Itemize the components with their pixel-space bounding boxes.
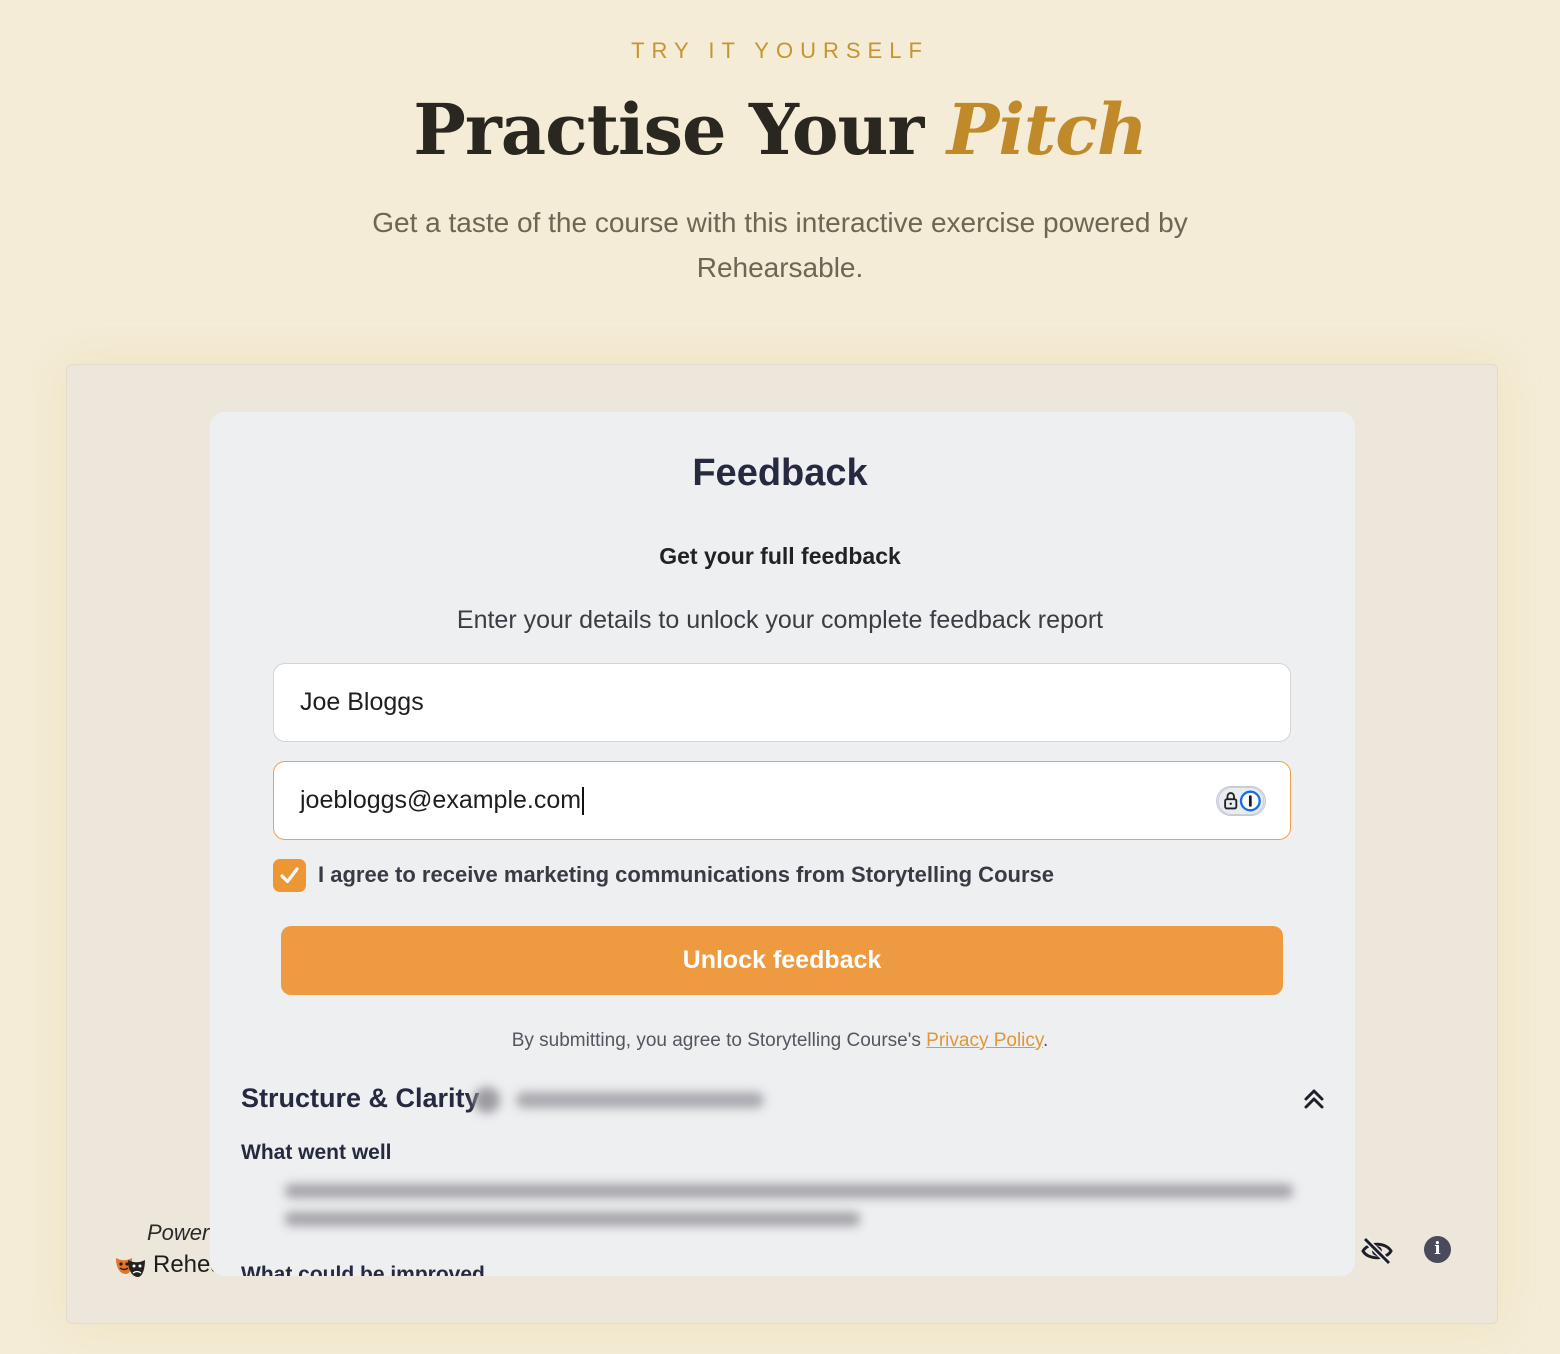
eye-off-icon[interactable] — [1360, 1234, 1394, 1268]
blurred-feedback-text — [285, 1180, 1295, 1232]
unlock-feedback-button[interactable]: Unlock feedback — [281, 926, 1283, 995]
blurred-score-text — [516, 1092, 764, 1108]
eyebrow-label: TRY IT YOURSELF — [631, 38, 929, 63]
chevrons-up-icon[interactable] — [1300, 1086, 1328, 1112]
feedback-subtitle: Get your full feedback — [659, 543, 901, 569]
blurred-line — [285, 1212, 860, 1226]
blurred-score — [472, 1084, 767, 1114]
name-field-value: Joe Bloggs — [300, 688, 424, 716]
powered-by-badge[interactable]: Powere Rehea — [114, 1220, 224, 1280]
privacy-policy-link[interactable]: Privacy Policy — [926, 1030, 1043, 1051]
password-manager-icon[interactable] — [1216, 786, 1266, 816]
section-title: Structure & Clarity — [241, 1083, 480, 1113]
page-title: Practise Your Pitch — [0, 88, 1560, 171]
info-icon[interactable]: i — [1424, 1236, 1451, 1263]
improve-heading-text: What could be improved — [241, 1263, 485, 1276]
page-title-main: Practise Your — [413, 88, 947, 171]
blurred-line — [285, 1184, 1293, 1198]
email-field[interactable]: joebloggs@example.com — [273, 761, 1291, 840]
page-title-accent: Pitch — [946, 88, 1148, 171]
marketing-consent-checkbox[interactable] — [273, 859, 306, 892]
email-field-value: joebloggs@example.com — [300, 786, 582, 814]
marketing-consent-label[interactable]: I agree to receive marketing communicati… — [318, 862, 1054, 888]
name-field[interactable]: Joe Bloggs — [273, 663, 1291, 742]
feedback-description: Enter your details to unlock your comple… — [456, 606, 1104, 634]
improve-heading: What could be improved — [241, 1262, 485, 1276]
privacy-notice-suffix: . — [1043, 1030, 1049, 1051]
blurred-score-dot — [474, 1087, 500, 1113]
theatre-masks-icon — [116, 1258, 145, 1277]
text-caret — [582, 787, 585, 816]
privacy-notice: By submitting, you agree to Storytelling… — [0, 1030, 1560, 1052]
page-subtitle: Get a taste of the course with this inte… — [372, 207, 1188, 283]
feedback-title: Feedback — [692, 452, 868, 494]
privacy-notice-prefix: By submitting, you agree to Storytelling… — [511, 1030, 927, 1051]
went-well-heading: What went well — [241, 1141, 392, 1164]
check-icon — [280, 867, 299, 884]
